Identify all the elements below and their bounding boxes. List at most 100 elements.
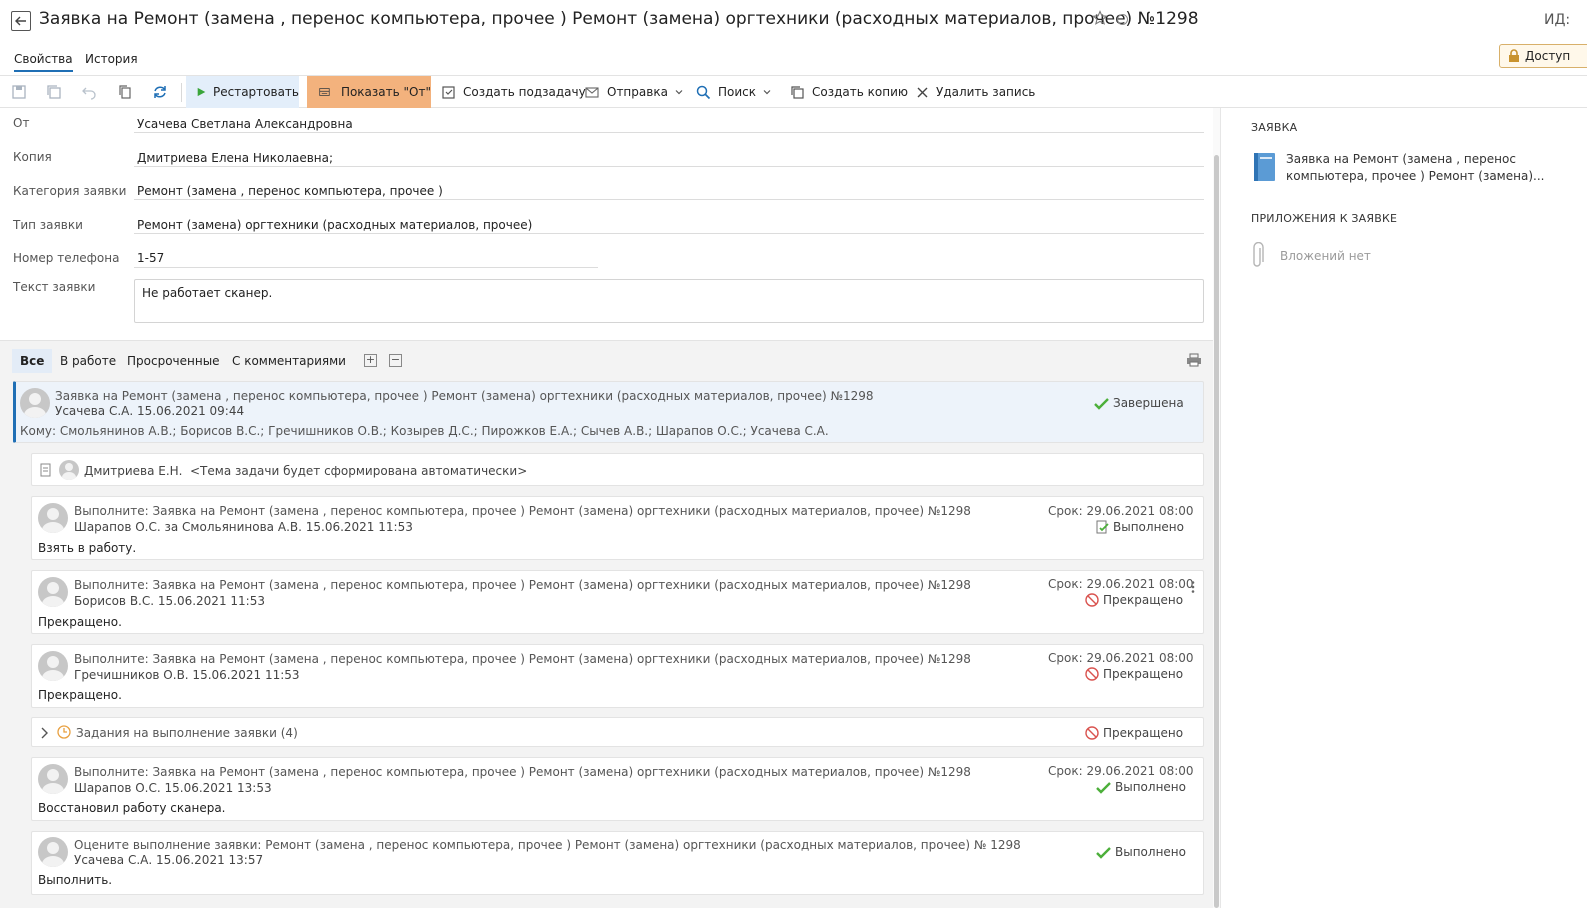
show-from-label: Показать "От" [340, 85, 431, 99]
type-label: Тип заявки [13, 218, 83, 232]
delete-record-label: Удалить запись [936, 85, 1036, 99]
toolbar-separator [181, 83, 182, 102]
clock-icon [57, 725, 71, 739]
task-comment: Прекращено. [38, 615, 122, 629]
collapse-all-button[interactable]: − [389, 354, 402, 367]
filter-overdue[interactable]: Просроченные [119, 349, 228, 373]
avatar [38, 577, 68, 607]
duplicate-icon [791, 85, 804, 99]
task-due-date: Срок: 29.06.2021 08:00 [1048, 504, 1194, 518]
delete-record-button[interactable]: Удалить запись [916, 76, 1035, 108]
copy-field[interactable]: Дмитриева Елена Николаевна; [137, 151, 333, 165]
task-card[interactable]: Оцените выполнение заявки: Ремонт (замен… [31, 831, 1204, 895]
task-due-date: Срок: 29.06.2021 08:00 [1048, 577, 1194, 591]
task-group-label: Задания на выполнение заявки (4) [76, 726, 298, 740]
tab-properties[interactable]: Свойства [14, 52, 73, 72]
status-badge: Прекращено [1085, 667, 1183, 681]
restart-button[interactable]: Рестартовать [186, 76, 299, 108]
task-card[interactable]: Выполните: Заявка на Ремонт (замена , пе… [31, 644, 1204, 708]
status-label: Прекращено [1103, 593, 1184, 607]
task-card[interactable]: Выполните: Заявка на Ремонт (замена , пе… [31, 570, 1204, 634]
draft-author: Дмитриева Е.Н. [84, 464, 183, 478]
search-label: Поиск [718, 85, 757, 99]
phone-field[interactable]: 1-57 [137, 251, 164, 265]
draft-task-card[interactable]: Дмитриева Е.Н. <Тема задачи будет сформи… [31, 453, 1204, 486]
category-label: Категория заявки [13, 184, 127, 198]
scrollbar-thumb[interactable] [1214, 155, 1219, 908]
task-author-date: Борисов В.С. 15.06.2021 11:53 [74, 594, 265, 608]
status-label: Прекращено [1103, 726, 1184, 740]
status-label: Выполнено [1113, 520, 1184, 534]
task-author-date: Гречишников О.В. 15.06.2021 11:53 [74, 668, 300, 682]
field-underline [134, 166, 1204, 167]
lock-icon [1509, 49, 1519, 62]
back-button[interactable] [11, 11, 31, 31]
filter-in-progress[interactable]: В работе [52, 349, 124, 373]
copy-icon[interactable] [117, 84, 133, 100]
field-underline [134, 233, 1204, 234]
avatar [38, 764, 68, 794]
text-label: Текст заявки [13, 280, 96, 294]
more-vertical-icon[interactable] [1191, 581, 1195, 593]
copy-label: Копия [13, 150, 52, 164]
create-copy-button[interactable]: Создать копию [790, 76, 908, 108]
search-dropdown[interactable]: Поиск [696, 76, 771, 108]
book-icon [1254, 153, 1275, 181]
save-icon[interactable] [11, 84, 27, 100]
status-badge: Выполнено [1096, 520, 1184, 534]
request-main-card[interactable]: Заявка на Ремонт (замена , перенос компь… [13, 381, 1204, 443]
status-badge: Прекращено [1085, 726, 1183, 740]
request-document-link[interactable]: Заявка на Ремонт (замена , перенос компь… [1286, 151, 1546, 185]
task-group-row[interactable]: Задания на выполнение заявки (4) Прекращ… [31, 717, 1204, 747]
document-icon [40, 463, 51, 477]
header: Заявка на Ремонт (замена , перенос компь… [0, 0, 1587, 42]
task-comment: Прекращено. [38, 688, 122, 702]
status-circle-icon[interactable] [1117, 14, 1128, 25]
task-card[interactable]: Выполните: Заявка на Ремонт (замена , пе… [31, 496, 1204, 560]
status-badge: Прекращено [1085, 593, 1183, 607]
star-icon[interactable] [1092, 10, 1108, 26]
restart-label: Рестартовать [213, 85, 299, 99]
tab-bar: Свойства История [0, 48, 1587, 74]
status-label: Прекращено [1103, 667, 1184, 681]
access-button[interactable]: Доступ [1499, 44, 1587, 68]
check-icon [1094, 397, 1109, 410]
send-icon [585, 86, 599, 98]
task-title: Выполните: Заявка на Ремонт (замена , пе… [74, 578, 971, 592]
status-label: Завершена [1113, 396, 1184, 410]
expand-all-button[interactable]: + [364, 354, 377, 367]
phone-label: Номер телефона [13, 251, 120, 265]
print-icon[interactable] [1186, 353, 1202, 367]
avatar [59, 460, 79, 480]
sidebar-divider [1220, 108, 1221, 908]
status-label: Выполнено [1115, 780, 1186, 794]
type-field[interactable]: Ремонт (замена) оргтехники (расходных ма… [137, 218, 532, 232]
create-subtask-button[interactable]: Создать подзадачу [441, 76, 586, 108]
task-title: Выполните: Заявка на Ремонт (замена , пе… [74, 652, 971, 666]
play-icon [197, 87, 206, 97]
show-from-button[interactable]: Показать "От" [307, 76, 431, 108]
filter-all[interactable]: Все [12, 349, 53, 373]
subtask-icon [442, 85, 455, 99]
request-text-area[interactable]: Не работает сканер. [134, 279, 1204, 323]
access-label: Доступ [1525, 49, 1571, 63]
from-field[interactable]: Усачева Светлана Александровна [137, 117, 353, 131]
chevron-down-icon [763, 90, 771, 95]
cancel-icon [1085, 726, 1099, 740]
task-card[interactable]: Выполните: Заявка на Ремонт (замена , пе… [31, 757, 1204, 821]
create-copy-label: Создать копию [812, 85, 908, 99]
avatar [38, 503, 68, 533]
refresh-icon[interactable] [152, 84, 168, 100]
tab-history[interactable]: История [85, 52, 138, 66]
card-author-date: Усачева С.А. 15.06.2021 09:44 [55, 404, 245, 418]
send-dropdown[interactable]: Отправка [584, 76, 683, 108]
filter-with-comments[interactable]: С комментариями [224, 349, 354, 373]
task-comment: Восстановил работу сканера. [38, 801, 226, 815]
category-field[interactable]: Ремонт (замена , перенос компьютера, про… [137, 184, 443, 198]
field-underline [134, 199, 1204, 200]
chevron-right-icon[interactable] [40, 727, 48, 739]
save-all-icon[interactable] [46, 84, 62, 100]
toolbar: Рестартовать Показать "От" Создать подза… [0, 75, 1587, 108]
undo-icon[interactable] [81, 84, 97, 100]
done-document-icon [1096, 520, 1109, 534]
